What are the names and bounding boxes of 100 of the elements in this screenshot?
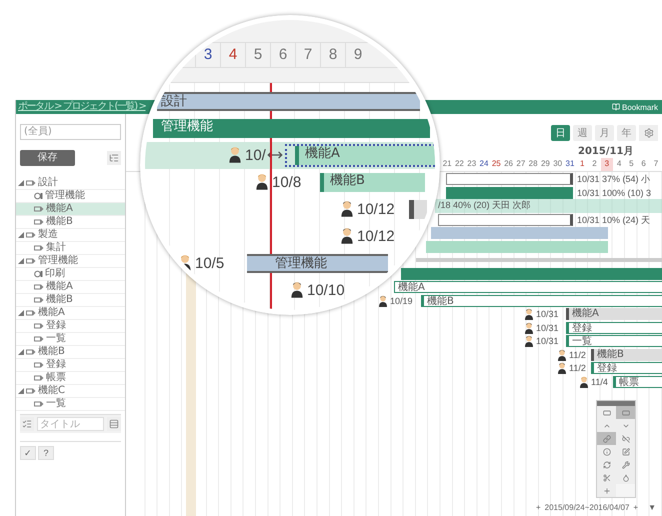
scale-tab[interactable]: 年 [617, 125, 636, 141]
task-bar[interactable]: 帳票 [613, 376, 662, 388]
scale-tab[interactable]: 日 [551, 125, 570, 141]
add-button[interactable] [597, 484, 616, 497]
task-bar[interactable]: 一覧 [566, 335, 662, 347]
link-button[interactable] [597, 432, 616, 445]
tree-item[interactable]: 帳票 [16, 372, 125, 385]
expanded-icon[interactable] [18, 310, 24, 316]
task-bar[interactable]: 登録 [566, 322, 662, 334]
footer-button[interactable]: ? [38, 446, 54, 460]
day-label: 3 [195, 43, 220, 67]
task-summary: 10/31 10% (24) 天 [577, 214, 650, 226]
tree-label: 機能C [38, 385, 65, 397]
tree-item[interactable]: 設計 [16, 177, 125, 190]
module-icon [26, 180, 36, 186]
table-icon [109, 419, 119, 429]
breadcrumb-link[interactable]: ポータル > プロジェクト(一覧) > [18, 101, 146, 113]
tree-item[interactable]: 登録 [16, 359, 125, 372]
group-bar[interactable]: 管理機能 [153, 119, 430, 138]
task-bar[interactable]: 機能B [421, 294, 662, 306]
module-icon [34, 206, 44, 212]
menu-button[interactable]: ▼ [648, 503, 656, 512]
scale-tab[interactable]: 月 [595, 125, 614, 141]
tree-item[interactable]: 管理機能 [16, 255, 125, 268]
tree-label: 機能B [46, 294, 73, 306]
tree-item[interactable]: 集計 [16, 242, 125, 255]
save-button[interactable]: 保存 [20, 150, 75, 166]
tree-item[interactable]: 機能A [16, 307, 125, 320]
settings-button[interactable] [639, 125, 658, 141]
tree-item[interactable]: 機能B [16, 216, 125, 229]
progress-bar[interactable] [446, 186, 573, 198]
table-button[interactable] [107, 417, 121, 431]
previous-period-button[interactable]: + [536, 503, 541, 512]
day-label: 4 [220, 43, 245, 67]
day-label: 4 [616, 158, 622, 170]
due-date: 11/2 [569, 362, 586, 374]
parent-task-bar[interactable]: 機能A [566, 308, 662, 320]
tree-label: 一覧 [46, 398, 66, 410]
progress-bar[interactable] [438, 214, 573, 226]
selected-row[interactable]: /18 40% (20) 天田 次郎 [435, 199, 662, 212]
expanded-icon[interactable] [18, 180, 24, 186]
tree-item[interactable]: 機能B [16, 346, 125, 359]
task-summary: 10/31 37% (54) 小 [577, 173, 650, 185]
parent-task-bar[interactable]: 機能B [591, 348, 662, 360]
task-bar[interactable]: 機能A [295, 146, 435, 165]
bookmark-link[interactable]: Bookmark [612, 102, 658, 112]
add-icon [602, 486, 610, 494]
tree-item[interactable]: 印刷 [16, 268, 125, 281]
next-period-button[interactable]: + [633, 503, 638, 512]
tree-item[interactable]: 一覧 [16, 398, 125, 411]
bar-button[interactable] [616, 406, 635, 419]
task-bar[interactable]: 登録 [591, 362, 662, 374]
settings-icon [644, 128, 654, 138]
person-icon [178, 254, 192, 271]
day-label: 6 [640, 158, 647, 170]
tree-item[interactable]: 登録 [16, 320, 125, 333]
expanded-icon[interactable] [18, 258, 24, 264]
day-label: 1 [579, 158, 586, 170]
summary-bar[interactable]: 管理機能 [247, 254, 388, 273]
person-icon [524, 335, 534, 347]
bar-button[interactable] [597, 406, 616, 419]
wrench-icon [622, 460, 630, 468]
parent-task-bar[interactable] [409, 200, 427, 219]
module-icon [34, 362, 44, 368]
tree-item[interactable]: 機能A [16, 281, 125, 294]
day-label: 7 [295, 43, 320, 67]
selected-row[interactable]: 10/ 機能A [145, 142, 435, 169]
group-bar[interactable] [401, 268, 662, 280]
scale-tab[interactable]: 週 [573, 125, 592, 141]
book-icon [612, 103, 620, 111]
tree-item[interactable]: 機能B [16, 294, 125, 307]
module-icon [34, 375, 44, 381]
module-icon [34, 284, 44, 290]
summary-bar[interactable]: 設計 [157, 92, 420, 111]
title-field[interactable]: タイトル [37, 417, 104, 431]
progress-bar[interactable] [446, 173, 573, 185]
module-icon [26, 349, 36, 355]
footer-button[interactable]: ✓ [20, 446, 36, 460]
due-date: 10/10 [307, 281, 345, 300]
module-icon [34, 219, 44, 225]
person-icon [290, 281, 304, 298]
expanded-icon[interactable] [18, 388, 24, 394]
list-button[interactable] [20, 417, 34, 431]
day-label: 22 [454, 158, 465, 170]
bar-icon [622, 408, 630, 416]
task-bar[interactable]: 機能B [320, 173, 425, 192]
expanded-icon[interactable] [18, 349, 24, 355]
due-date: 10/31 [536, 308, 559, 320]
tree-item[interactable]: 一覧 [16, 333, 125, 346]
expanded-icon[interactable] [18, 232, 24, 238]
tree-view-button[interactable] [107, 151, 121, 165]
drop-icon [622, 474, 630, 482]
tree-item[interactable]: 機能A [16, 203, 125, 216]
tree-item[interactable]: 機能C [16, 385, 125, 398]
day-label: 29 [540, 158, 551, 170]
tree-label: 登録 [46, 359, 66, 371]
person-icon [579, 376, 589, 388]
task-bar[interactable]: 機能A [394, 281, 662, 293]
day-label: 27 [515, 158, 526, 170]
tree-item[interactable]: 製造 [16, 229, 125, 242]
